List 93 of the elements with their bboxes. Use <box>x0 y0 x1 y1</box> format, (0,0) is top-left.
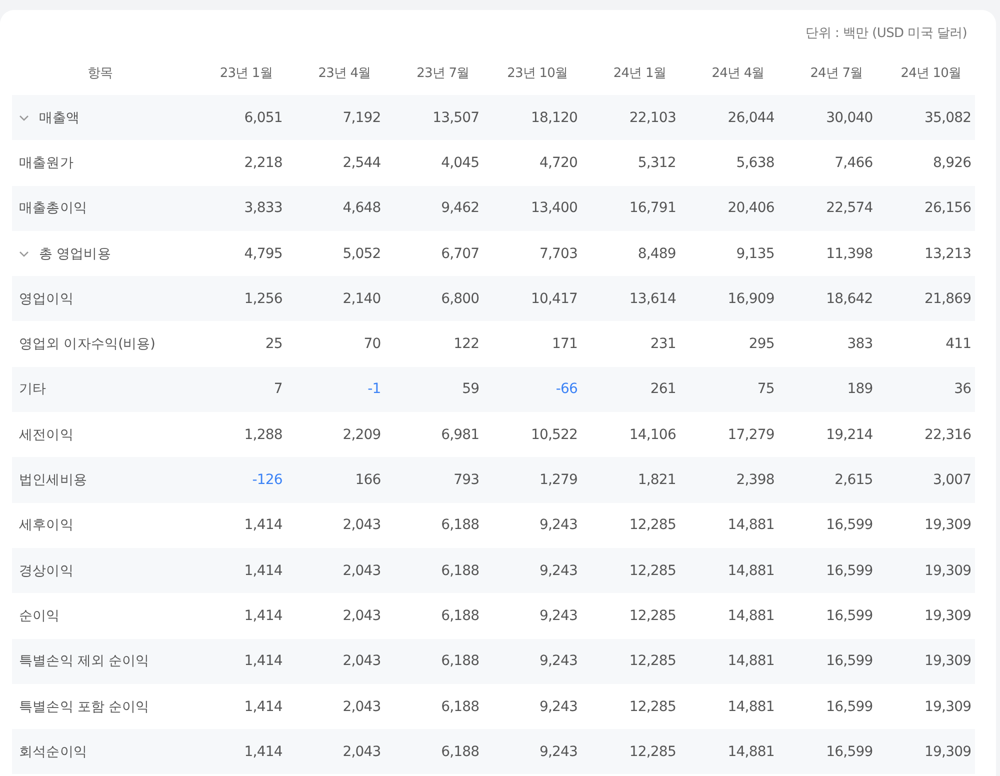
table-cell: 9,243 <box>483 548 582 594</box>
table-cell: 189 <box>778 366 877 412</box>
table-cell: 35,082 <box>876 95 976 140</box>
table-cell: 75 <box>680 366 778 412</box>
table-cell: 3,007 <box>876 457 976 503</box>
table-cell: 9,462 <box>384 186 484 231</box>
table-cell: 14,881 <box>680 548 778 594</box>
chevron-icon[interactable] <box>19 114 29 121</box>
table-cell: 2,043 <box>286 548 385 594</box>
table-cell: 16,599 <box>778 638 877 684</box>
table-cell: 6,188 <box>384 729 484 774</box>
column-header: 23년 4월 <box>317 64 372 82</box>
column-header: 24년 4월 <box>710 64 766 82</box>
column-header: 23년 7월 <box>416 64 470 82</box>
row-label: 세전이익 <box>19 426 74 444</box>
table-cell: 14,881 <box>680 638 778 684</box>
table-cell: 19,309 <box>876 729 976 774</box>
table-cell: 3,833 <box>188 186 286 231</box>
row-label-cell[interactable]: 총 영업비용 <box>12 230 188 276</box>
table-cell: 6,188 <box>384 638 484 684</box>
table-cell: 7 <box>188 366 286 412</box>
table-cell: 16,599 <box>778 729 877 774</box>
table-cell: 18,120 <box>483 95 582 140</box>
row-label: 영업외 이자수익(비용) <box>19 335 156 354</box>
table-cell: -1 <box>286 366 385 412</box>
table-cell: 22,574 <box>778 186 877 231</box>
table-cell: 1,414 <box>188 548 286 594</box>
table-cell: 9,243 <box>483 729 582 774</box>
table-cell: 261 <box>582 366 680 412</box>
column-header: 23년 10월 <box>506 64 569 82</box>
row-label: 세후이익 <box>19 516 74 534</box>
table-cell: 30,040 <box>778 95 877 140</box>
table-cell: 20,406 <box>680 186 778 231</box>
table-cell: 793 <box>384 457 484 503</box>
table-cell: 36 <box>876 366 976 412</box>
table-cell: -126 <box>188 457 286 503</box>
column-header: 23년 1월 <box>218 64 274 82</box>
row-label: 매출총이익 <box>19 199 88 218</box>
table-cell: 22,103 <box>582 95 680 140</box>
column-header: 24년 7월 <box>809 64 864 82</box>
table-cell: 59 <box>384 366 484 412</box>
table-cell: 14,881 <box>680 729 778 774</box>
table-cell: 166 <box>286 457 385 503</box>
table-cell: 12,285 <box>582 548 680 594</box>
table-cell: 16,791 <box>582 186 680 231</box>
column-header: 24년 1월 <box>612 64 667 82</box>
table-cell: 2,615 <box>778 457 877 503</box>
row-label-cell[interactable]: 매출액 <box>12 95 188 140</box>
table-cell: -66 <box>483 366 582 412</box>
table-cell: 13,400 <box>483 186 582 231</box>
table-cell: 21,869 <box>876 276 976 322</box>
row-label: 특별손익 포함 순이익 <box>19 698 150 716</box>
row-label: 영업이익 <box>19 290 74 308</box>
table-cell: 2,140 <box>286 276 385 322</box>
table-cell: 6,188 <box>384 548 484 594</box>
table-cell: 6,051 <box>188 95 286 140</box>
table-cell: 2,398 <box>680 457 778 503</box>
table-cell: 19,309 <box>876 638 976 684</box>
table-cell: 2,043 <box>286 638 385 684</box>
row-label: 총 영업비용 <box>39 244 111 263</box>
table-cell: 1,256 <box>188 276 286 322</box>
row-label: 특별손익 제외 순이익 <box>19 652 150 670</box>
table-cell: 26,044 <box>680 95 778 140</box>
table-cell: 7,192 <box>286 95 385 140</box>
table-cell: 13,614 <box>582 276 680 322</box>
table-cell: 6,800 <box>384 276 484 322</box>
row-label: 매출원가 <box>19 154 74 172</box>
table-cell: 16,599 <box>778 548 877 594</box>
chevron-icon[interactable] <box>19 250 29 257</box>
table-cell: 12,285 <box>582 729 680 774</box>
row-label: 경상이익 <box>19 562 74 580</box>
table-cell: 1,279 <box>483 457 582 503</box>
row-label: 매출액 <box>39 108 80 127</box>
table-cell: 1,414 <box>188 729 286 774</box>
table-cell: 1,821 <box>582 457 680 503</box>
table-cell: 19,309 <box>876 548 976 594</box>
row-label: 기타 <box>19 380 46 398</box>
table-cell: 12,285 <box>582 638 680 684</box>
row-label: 순이익 <box>19 606 60 625</box>
table-cell: 26,156 <box>876 186 976 231</box>
table-cell: 1,414 <box>188 638 286 684</box>
column-header: 24년 10월 <box>900 64 962 82</box>
table-cell: 9,243 <box>483 638 582 684</box>
table-cell: 4,648 <box>286 186 385 231</box>
unit-note: 단위 : 백만 (USD 미국 달러) <box>804 25 967 43</box>
table-cell: 18,642 <box>778 276 877 322</box>
table-cell: 16,909 <box>680 276 778 322</box>
table-cell: 13,507 <box>384 95 484 140</box>
table-cell: 10,417 <box>483 276 582 322</box>
row-label: 회석순이익 <box>19 742 88 761</box>
column-header: 항목 <box>86 64 114 82</box>
table-cell: 2,043 <box>286 729 385 774</box>
row-label: 법인세비용 <box>19 471 88 490</box>
